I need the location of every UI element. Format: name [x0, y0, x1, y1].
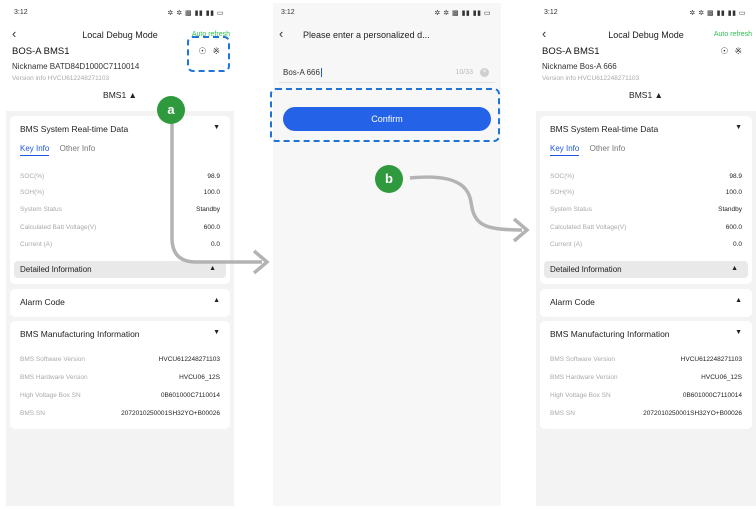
highlight-confirm	[270, 88, 500, 142]
highlight-edit-icon	[187, 36, 230, 72]
flow-arrow-a	[170, 122, 262, 264]
flow-arrow-b	[409, 175, 523, 232]
callout-a: a	[157, 96, 185, 124]
callout-b: b	[375, 165, 403, 193]
flow-arrows	[170, 122, 530, 275]
